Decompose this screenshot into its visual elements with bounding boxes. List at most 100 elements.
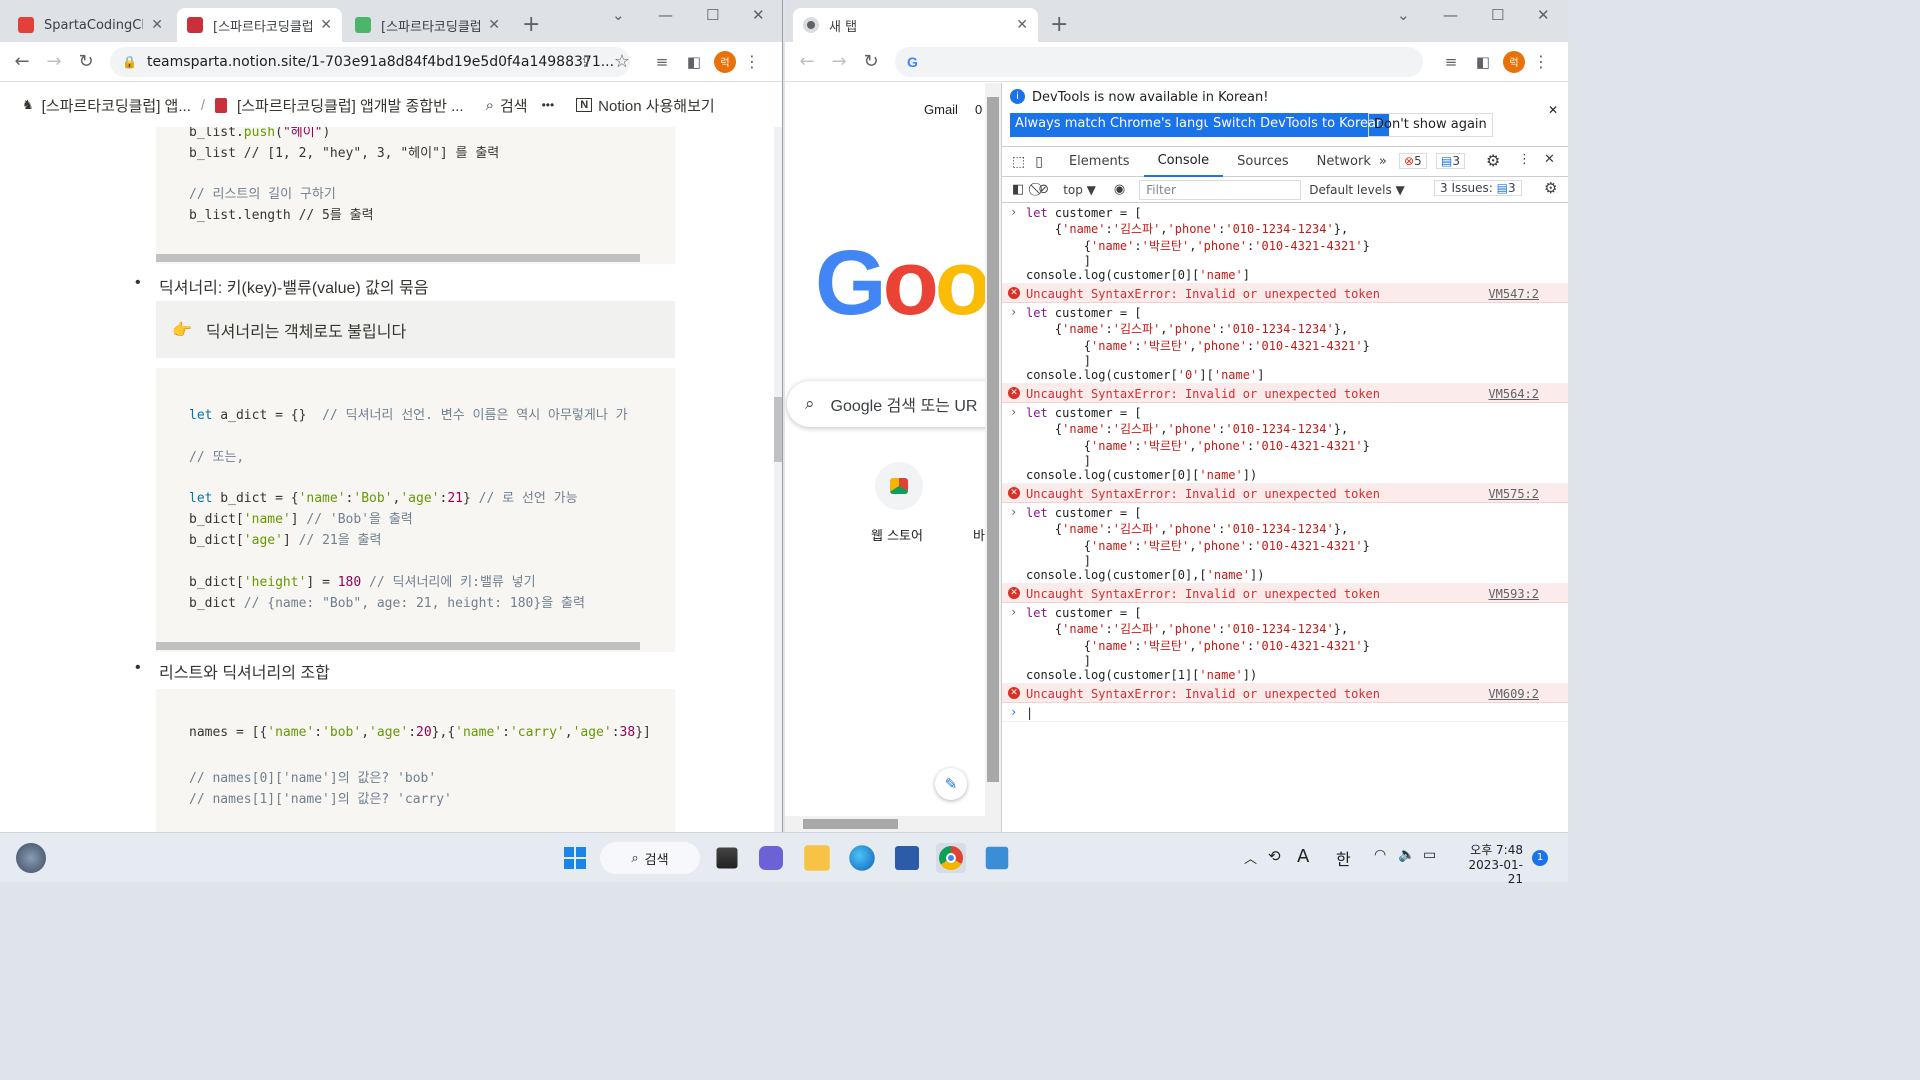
page-scrollbar[interactable] [774, 127, 782, 832]
console-prompt[interactable]: › | [1002, 703, 1568, 722]
console-filter-input[interactable]: Filter [1139, 179, 1302, 200]
wifi-icon[interactable]: ◠ [1374, 847, 1386, 863]
close-tab-icon[interactable]: ✕ [320, 17, 332, 33]
menu-kebab-icon[interactable]: ⋮ [1525, 52, 1557, 71]
device-toolbar-icon[interactable]: ▯ [1035, 154, 1043, 170]
taskbar-search[interactable]: ⌕ 검색 [600, 842, 700, 874]
volume-icon[interactable]: 🔈 [1398, 847, 1415, 863]
address-bar[interactable]: 🔒 teamsparta.notion.site/1-703e91a8d84f4… [110, 46, 630, 77]
more-icon[interactable]: ••• [542, 98, 555, 112]
back-icon[interactable]: ← [6, 51, 38, 72]
google-search-box[interactable]: ⌕ Google 검색 또는 UR [787, 381, 1001, 427]
scrollbar-thumb[interactable] [987, 97, 999, 782]
prompt-chevron-icon[interactable]: › [1010, 505, 1017, 519]
minimize-icon[interactable]: — [658, 6, 673, 24]
tab-search-chevron-icon[interactable]: ⌄ [1397, 6, 1410, 24]
search-icon[interactable]: ⌕ [486, 97, 494, 114]
more-tabs-icon[interactable]: » [1379, 154, 1387, 169]
show-hidden-icons-chevron[interactable]: ︿ [1244, 848, 1257, 867]
gmail-link[interactable]: Gmail [924, 102, 958, 117]
forward-icon[interactable]: → [38, 51, 70, 72]
clock[interactable]: 오후 7:48 2023-01-21 [1455, 841, 1523, 886]
search-label[interactable]: 검색 [500, 95, 528, 116]
code-scrollbar[interactable] [156, 254, 640, 262]
issues-button[interactable]: 3 Issues: ▤3 [1434, 180, 1522, 196]
profile-avatar[interactable]: 럭 [714, 50, 736, 73]
tab-notion-page[interactable]: [스파르타코딩클럽 ✕ [177, 8, 342, 42]
tab-sources[interactable]: Sources [1223, 147, 1302, 177]
task-view-icon[interactable] [716, 847, 738, 869]
file-explorer-icon[interactable] [804, 845, 830, 871]
side-panel-icon[interactable]: ◧ [1467, 53, 1499, 71]
prompt-chevron-icon[interactable]: › [1010, 305, 1017, 319]
profile-avatar[interactable]: 럭 [1503, 50, 1525, 73]
new-tab-button[interactable]: + [1050, 12, 1068, 37]
forward-icon[interactable]: → [823, 51, 855, 72]
live-expression-eye-icon[interactable]: ◉ [1114, 182, 1125, 197]
prompt-chevron-icon[interactable]: › [1010, 605, 1017, 619]
console-settings-icon[interactable]: ⚙ [1544, 179, 1557, 197]
error-source-link[interactable]: VM547:2 [1488, 287, 1539, 301]
console-output[interactable]: › let customer = [ {'name':'김스파','phone':… [1002, 203, 1568, 722]
maximize-icon[interactable]: ☐ [1491, 6, 1504, 24]
tab-network[interactable]: Network [1303, 147, 1385, 177]
breadcrumb-item[interactable]: [스파르타코딩클럽] 앱... [42, 95, 191, 116]
clear-console-icon[interactable]: ⃠⊘ [1038, 182, 1049, 197]
edge-icon[interactable] [849, 845, 875, 871]
ime-lang-han[interactable]: 한 [1336, 846, 1351, 870]
scrollbar-thumb[interactable] [774, 397, 782, 462]
sidebar-toggle-icon[interactable]: ◧ [1012, 182, 1024, 197]
close-devtools-icon[interactable]: ✕ [1544, 152, 1555, 167]
close-window-icon[interactable]: ✕ [1537, 6, 1550, 24]
error-source-link[interactable]: VM609:2 [1488, 687, 1539, 701]
customize-pencil-icon[interactable]: ✎ [935, 768, 967, 800]
prompt-chevron-icon[interactable]: › [1010, 205, 1017, 219]
notepad-icon[interactable] [985, 846, 1009, 870]
error-counter[interactable]: ⊗5 [1399, 153, 1427, 169]
breadcrumb-item[interactable]: [스파르타코딩클럽] 앱개발 종합반 ... [237, 95, 464, 116]
always-match-language-button[interactable]: Always match Chrome's language [1010, 113, 1241, 137]
bookmark-star-icon[interactable]: ☆ [606, 51, 638, 72]
code-scrollbar[interactable] [156, 642, 640, 650]
close-window-icon[interactable]: ✕ [752, 6, 765, 24]
chrome-taskbar-item[interactable] [936, 843, 966, 873]
minimize-icon[interactable]: — [1443, 6, 1458, 24]
message-counter[interactable]: ▤3 [1436, 153, 1465, 169]
reload-icon[interactable]: ↻ [855, 51, 887, 72]
share-icon[interactable]: ⇪ [570, 53, 602, 71]
context-selector[interactable]: top ▼ [1063, 183, 1096, 197]
widgets-icon[interactable] [16, 843, 46, 873]
log-levels-dropdown[interactable]: Default levels ▼ [1309, 183, 1405, 197]
store-icon[interactable] [895, 846, 919, 870]
close-infobar-icon[interactable]: ✕ [1548, 103, 1558, 117]
settings-gear-icon[interactable]: ⚙ [1486, 151, 1500, 170]
chat-icon[interactable] [759, 846, 783, 870]
close-tab-icon[interactable]: ✕ [488, 17, 500, 33]
tab-new-tab[interactable]: 새 탭 ✕ [793, 8, 1038, 42]
side-panel-icon[interactable]: ◧ [678, 53, 710, 71]
start-windows-icon[interactable] [560, 843, 590, 873]
switch-to-korean-button[interactable]: Switch DevTools to Korean [1208, 113, 1390, 137]
menu-kebab-icon[interactable]: ⋮ [736, 52, 768, 71]
notification-badge[interactable]: 1 [1532, 850, 1548, 866]
reading-list-icon[interactable]: ≡ [646, 53, 678, 71]
error-source-link[interactable]: VM575:2 [1488, 487, 1539, 501]
tab-search-chevron-icon[interactable]: ⌄ [612, 6, 625, 24]
tab-console[interactable]: Console [1143, 147, 1224, 177]
newtab-hscroll[interactable] [785, 816, 985, 832]
newtab-vscroll[interactable] [985, 83, 1001, 832]
sync-icon[interactable]: ⟲ [1268, 847, 1281, 865]
tab-spartacodingclub[interactable]: SpartaCodingClub ✕ [8, 8, 173, 42]
maximize-icon[interactable]: ☐ [706, 6, 719, 24]
back-icon[interactable]: ← [791, 51, 823, 72]
error-source-link[interactable]: VM564:2 [1488, 387, 1539, 401]
error-source-link[interactable]: VM593:2 [1488, 587, 1539, 601]
devtools-menu-icon[interactable]: ⋮ [1518, 152, 1531, 167]
reload-icon[interactable]: ↻ [70, 51, 102, 72]
dont-show-again-button[interactable]: Don't show again [1368, 113, 1493, 137]
close-tab-icon[interactable]: ✕ [151, 17, 163, 33]
prompt-chevron-icon[interactable]: › [1010, 405, 1017, 419]
close-tab-icon[interactable]: ✕ [1016, 17, 1028, 33]
tab-sparta-other[interactable]: [스파르타코딩클럽 ✕ [345, 8, 510, 42]
try-notion-link[interactable]: Notion 사용해보기 [598, 95, 715, 116]
